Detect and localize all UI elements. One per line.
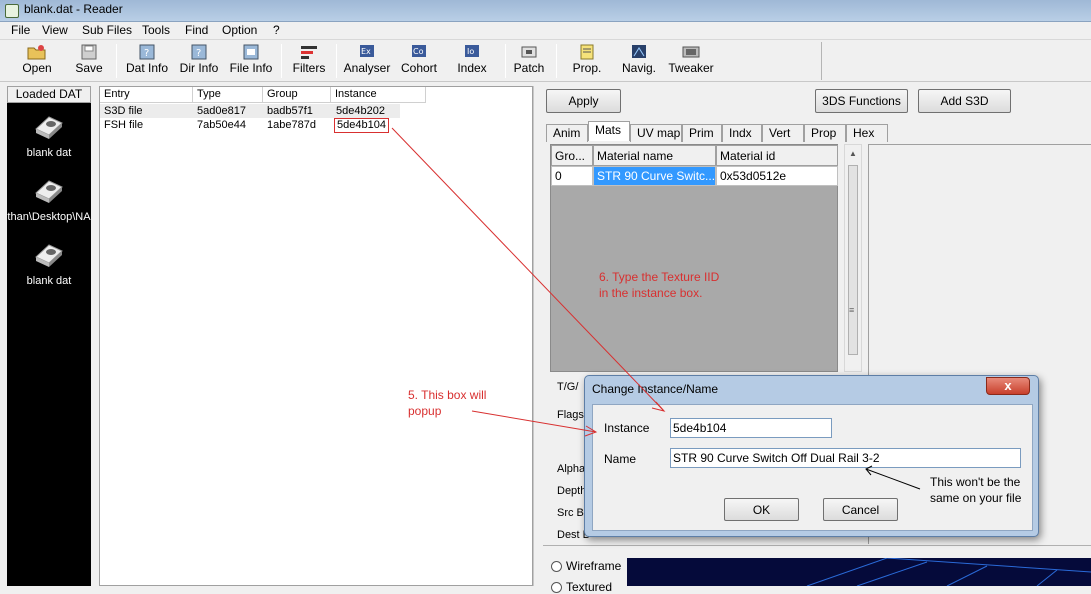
arrow-note xyxy=(865,468,921,490)
annotation-arrows xyxy=(391,127,921,490)
arrow-head-icon xyxy=(651,401,666,412)
arrow-step-5 xyxy=(471,410,597,433)
arrow-step-6 xyxy=(391,127,665,412)
